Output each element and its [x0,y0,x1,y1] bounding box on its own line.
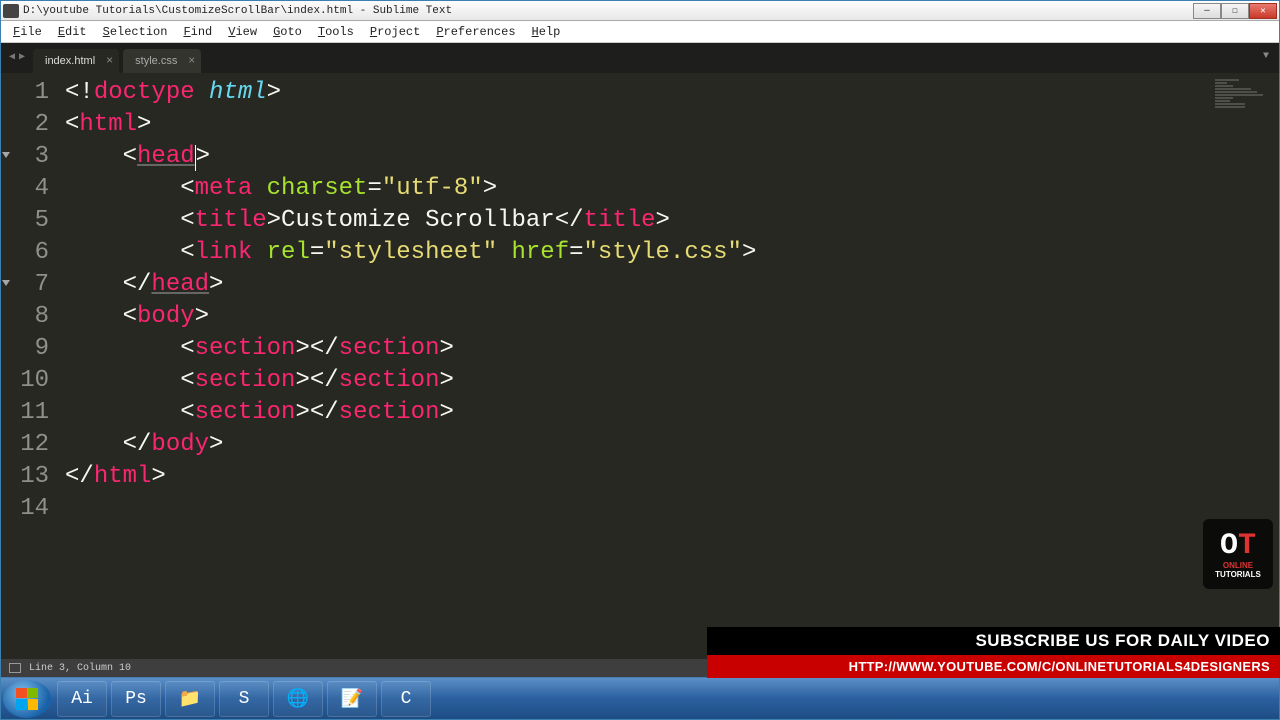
menu-bar: FileEditSelectionFindViewGotoToolsProjec… [1,21,1279,43]
line-number: 14 [1,493,49,525]
taskbar-app[interactable]: Ps [111,681,161,717]
menu-view[interactable]: View [220,23,265,41]
tab-bar: ◀ ▶ index.html×style.css× ▼ [1,43,1279,73]
line-number: 13 [1,461,49,493]
status-panel-icon[interactable] [9,663,21,673]
line-number: 2 [1,109,49,141]
app-icon [3,4,19,18]
line-number: 12 [1,429,49,461]
window-title: D:\youtube Tutorials\CustomizeScrollBar\… [23,5,1193,17]
tab-close-icon[interactable]: × [188,54,195,68]
menu-goto[interactable]: Goto [265,23,310,41]
code-line-8[interactable]: <body> [65,301,1279,333]
cursor-position: Line 3, Column 10 [29,663,131,674]
line-number: 11 [1,397,49,429]
maximize-button[interactable]: ☐ [1221,3,1249,19]
menu-tools[interactable]: Tools [310,23,362,41]
code-line-14[interactable] [65,493,1279,525]
code-line-2[interactable]: <html> [65,109,1279,141]
code-line-11[interactable]: <section></section> [65,397,1279,429]
code-line-5[interactable]: <title>Customize Scrollbar</title> [65,205,1279,237]
text-cursor [195,145,196,171]
close-button[interactable]: ✕ [1249,3,1277,19]
line-number: 4 [1,173,49,205]
menu-project[interactable]: Project [362,23,428,41]
code-content[interactable]: <!doctype html><html> <head> <meta chars… [59,73,1279,659]
code-line-6[interactable]: <link rel="stylesheet" href="style.css"> [65,237,1279,269]
taskbar-app[interactable]: 📁 [165,681,215,717]
line-gutter: 1234567891011121314 [1,73,59,659]
tab-index-html[interactable]: index.html× [33,49,119,73]
code-line-9[interactable]: <section></section> [65,333,1279,365]
line-number: 10 [1,365,49,397]
tab-dropdown-icon[interactable]: ▼ [1263,51,1269,62]
code-line-12[interactable]: </body> [65,429,1279,461]
window-titlebar: D:\youtube Tutorials\CustomizeScrollBar\… [1,1,1279,21]
tab-style-css[interactable]: style.css× [123,49,201,73]
menu-preferences[interactable]: Preferences [428,23,523,41]
code-line-3[interactable]: <head> [65,141,1279,173]
subscribe-banner: SUBSCRIBE US FOR DAILY VIDEO HTTP://WWW.… [707,627,1280,678]
code-line-13[interactable]: </html> [65,461,1279,493]
menu-selection[interactable]: Selection [95,23,176,41]
taskbar-app[interactable]: 🌐 [273,681,323,717]
code-line-7[interactable]: </head> [65,269,1279,301]
line-number: 8 [1,301,49,333]
taskbar-app[interactable]: S [219,681,269,717]
menu-file[interactable]: File [5,23,50,41]
start-button[interactable] [3,680,51,718]
nav-back-icon[interactable]: ◀ [7,50,17,64]
channel-logo: OT ONLINE TUTORIALS [1203,519,1273,589]
tab-close-icon[interactable]: × [106,54,113,68]
menu-help[interactable]: Help [524,23,569,41]
code-line-4[interactable]: <meta charset="utf-8"> [65,173,1279,205]
windows-logo-icon [16,688,38,710]
minimize-button[interactable]: ─ [1193,3,1221,19]
line-number: 1 [1,77,49,109]
editor-area[interactable]: 1234567891011121314 <!doctype html><html… [1,73,1279,659]
windows-taskbar[interactable]: AiPs📁S🌐📝C [1,677,1279,719]
line-number: 6 [1,237,49,269]
taskbar-app[interactable]: C [381,681,431,717]
taskbar-app[interactable]: 📝 [327,681,377,717]
fold-marker-icon[interactable] [2,280,10,286]
code-line-1[interactable]: <!doctype html> [65,77,1279,109]
minimap[interactable] [1215,79,1275,109]
line-number: 9 [1,333,49,365]
nav-forward-icon[interactable]: ▶ [17,50,27,64]
line-number: 5 [1,205,49,237]
menu-find[interactable]: Find [175,23,220,41]
code-line-10[interactable]: <section></section> [65,365,1279,397]
fold-marker-icon[interactable] [2,152,10,158]
taskbar-app[interactable]: Ai [57,681,107,717]
menu-edit[interactable]: Edit [50,23,95,41]
